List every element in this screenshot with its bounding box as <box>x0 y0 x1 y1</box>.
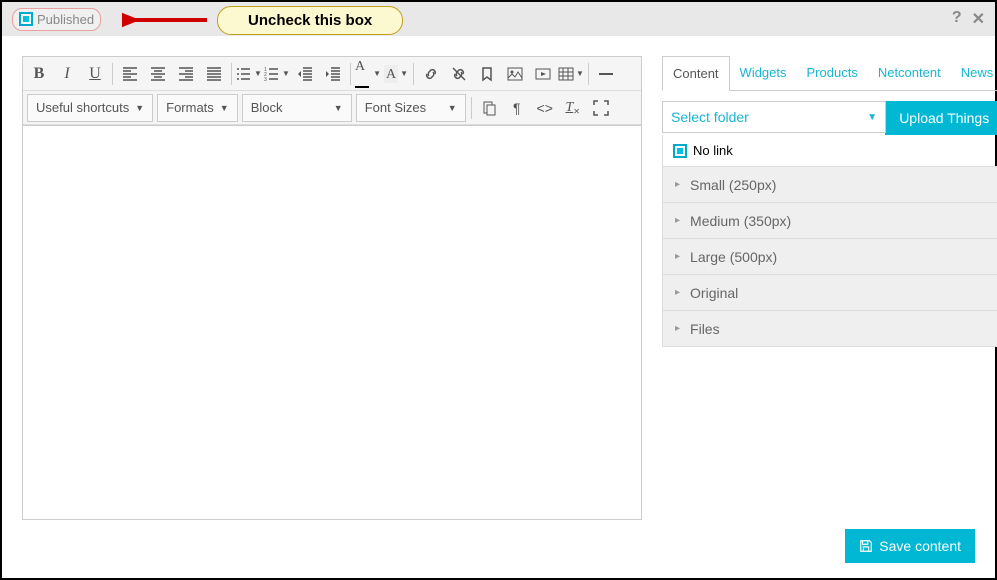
select-folder-dropdown[interactable]: Select folder ▼ <box>662 101 886 133</box>
editor-toolbar: B I U ▼ 123▼ A▼ A▼ <box>22 56 642 125</box>
align-left-button[interactable] <box>117 61 143 87</box>
underline-button[interactable]: U <box>82 61 108 87</box>
chevron-right-icon: ▸ <box>675 287 680 298</box>
editor-content-area[interactable] <box>22 125 642 520</box>
select-folder-label: Select folder <box>671 109 749 125</box>
outdent-button[interactable] <box>292 61 318 87</box>
tab-netcontent[interactable]: Netcontent <box>868 56 951 90</box>
annotation-callout: Uncheck this box <box>217 6 403 35</box>
topbar: Published Uncheck this box ? ✕ <box>2 2 995 36</box>
number-list-button[interactable]: 123▼ <box>264 61 290 87</box>
indent-button[interactable] <box>320 61 346 87</box>
bold-button[interactable]: B <box>26 61 52 87</box>
tab-products[interactable]: Products <box>797 56 868 90</box>
bg-color-button[interactable]: A▼ <box>383 61 409 87</box>
svg-text:3: 3 <box>264 77 267 82</box>
dropdown-triangle-icon: ▼ <box>867 112 877 123</box>
acc-item-medium[interactable]: ▸Medium (350px) <box>662 203 997 239</box>
size-accordion: ▸Small (250px) ▸Medium (350px) ▸Large (5… <box>662 167 997 347</box>
side-panel: Content Widgets Products Netcontent News… <box>662 56 997 520</box>
bookmark-button[interactable] <box>474 61 500 87</box>
image-button[interactable] <box>502 61 528 87</box>
close-icon[interactable]: ✕ <box>972 9 985 29</box>
link-button[interactable] <box>418 61 444 87</box>
tab-widgets[interactable]: Widgets <box>730 56 797 90</box>
formats-dropdown[interactable]: Formats▼ <box>157 94 238 122</box>
published-checkbox-wrap[interactable]: Published <box>12 8 101 31</box>
save-content-button[interactable]: Save content <box>845 529 975 563</box>
help-icon[interactable]: ? <box>952 9 962 29</box>
save-icon <box>859 539 873 553</box>
text-color-button[interactable]: A▼ <box>355 61 381 87</box>
italic-button[interactable]: I <box>54 61 80 87</box>
align-center-button[interactable] <box>145 61 171 87</box>
code-button[interactable]: <> <box>532 95 558 121</box>
clear-format-button[interactable]: T✕ <box>560 95 586 121</box>
hr-button[interactable] <box>593 61 619 87</box>
no-link-row[interactable]: No link <box>662 135 997 167</box>
fontsize-dropdown[interactable]: Font Sizes▼ <box>356 94 466 122</box>
no-link-label: No link <box>693 143 733 158</box>
chevron-right-icon: ▸ <box>675 179 680 190</box>
paste-button[interactable] <box>476 95 502 121</box>
acc-item-large[interactable]: ▸Large (500px) <box>662 239 997 275</box>
tab-content[interactable]: Content <box>662 56 730 91</box>
chevron-right-icon: ▸ <box>675 323 680 334</box>
fullscreen-button[interactable] <box>588 95 614 121</box>
published-label: Published <box>37 12 94 27</box>
bullet-list-button[interactable]: ▼ <box>236 61 262 87</box>
table-button[interactable]: ▼ <box>558 61 584 87</box>
annotation-arrow-icon <box>122 10 212 30</box>
acc-item-small[interactable]: ▸Small (250px) <box>662 167 997 203</box>
acc-item-original[interactable]: ▸Original <box>662 275 997 311</box>
checkbox-icon[interactable] <box>19 12 33 26</box>
align-right-button[interactable] <box>173 61 199 87</box>
block-dropdown[interactable]: Block▼ <box>242 94 352 122</box>
chevron-right-icon: ▸ <box>675 215 680 226</box>
tab-news[interactable]: News <box>951 56 997 90</box>
chevron-right-icon: ▸ <box>675 251 680 262</box>
pilcrow-button[interactable]: ¶ <box>504 95 530 121</box>
align-justify-button[interactable] <box>201 61 227 87</box>
checkbox-icon[interactable] <box>673 144 687 158</box>
acc-item-files[interactable]: ▸Files <box>662 311 997 347</box>
shortcuts-dropdown[interactable]: Useful shortcuts▼ <box>27 94 153 122</box>
side-tabs: Content Widgets Products Netcontent News <box>662 56 997 91</box>
media-button[interactable] <box>530 61 556 87</box>
upload-button[interactable]: Upload Things <box>885 101 997 135</box>
unlink-button[interactable] <box>446 61 472 87</box>
